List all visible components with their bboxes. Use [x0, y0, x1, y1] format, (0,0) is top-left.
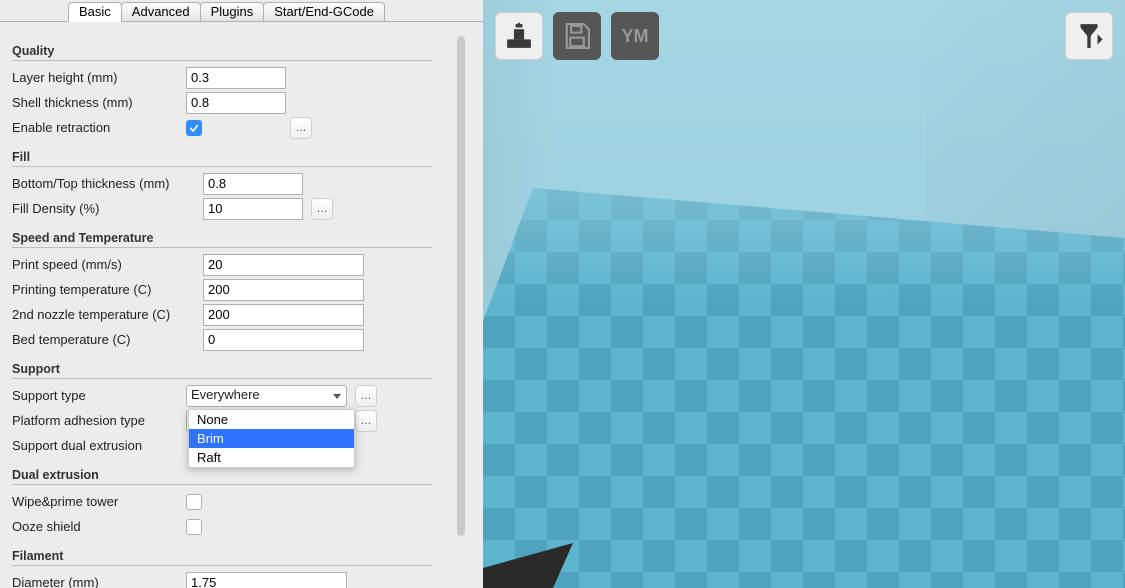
section-speedtemp: Speed and Temperature: [12, 231, 432, 248]
input-print-temp[interactable]: [203, 279, 364, 301]
adhesion-dropdown[interactable]: None Brim Raft: [188, 409, 355, 468]
label-bed-temp: Bed temperature (C): [12, 332, 203, 347]
label-wipe: Wipe&prime tower: [12, 494, 186, 509]
scrollbar[interactable]: [457, 36, 465, 536]
viewport-toolbar-right: [1065, 12, 1113, 60]
input-bed-temp[interactable]: [203, 329, 364, 351]
label-shell: Shell thickness (mm): [12, 95, 186, 110]
build-plate: [483, 188, 1125, 588]
tab-body: Quality Layer height (mm) Shell thicknes…: [0, 21, 483, 588]
label-print-speed: Print speed (mm/s): [12, 257, 203, 272]
load-model-button[interactable]: [495, 12, 543, 60]
checkbox-retraction[interactable]: [186, 120, 202, 136]
adhesion-option-none[interactable]: None: [189, 410, 354, 429]
input-shell[interactable]: [186, 92, 286, 114]
input-print-speed[interactable]: [203, 254, 364, 276]
settings-panel: Basic Advanced Plugins Start/End-GCode Q…: [0, 0, 483, 588]
input-layer-height[interactable]: [186, 67, 286, 89]
label-retraction: Enable retraction: [12, 120, 186, 135]
label-support-type: Support type: [12, 388, 186, 403]
save-icon: [560, 19, 594, 53]
label-bt-thickness: Bottom/Top thickness (mm): [12, 176, 203, 191]
build-plate-svg: [483, 188, 1125, 588]
tab-basic[interactable]: Basic: [68, 2, 122, 22]
adhesion-options-button[interactable]: …: [355, 410, 377, 432]
load-model-icon: [502, 19, 536, 53]
label-support-dual: Support dual extrusion: [12, 438, 186, 453]
tab-gcode[interactable]: Start/End-GCode: [263, 2, 385, 22]
tab-advanced[interactable]: Advanced: [121, 2, 201, 22]
adhesion-option-brim[interactable]: Brim: [189, 429, 354, 448]
section-filament: Filament: [12, 549, 432, 566]
save-button[interactable]: [553, 12, 601, 60]
label-layer-height: Layer height (mm): [12, 70, 186, 85]
fill-options-button[interactable]: …: [311, 198, 333, 220]
select-support-type[interactable]: Everywhere: [186, 385, 347, 407]
section-fill: Fill: [12, 150, 432, 167]
label-diameter: Diameter (mm): [12, 575, 186, 588]
adhesion-option-raft[interactable]: Raft: [189, 448, 354, 467]
label-print-temp: Printing temperature (C): [12, 282, 203, 297]
support-options-button[interactable]: …: [355, 385, 377, 407]
section-dual: Dual extrusion: [12, 468, 432, 485]
retraction-options-button[interactable]: …: [290, 117, 312, 139]
label-ooze: Ooze shield: [12, 519, 186, 534]
input-fill-density[interactable]: [203, 198, 303, 220]
checkbox-wipe[interactable]: [186, 494, 202, 510]
input-diameter[interactable]: [186, 572, 347, 588]
checkbox-ooze[interactable]: [186, 519, 202, 535]
tab-plugins[interactable]: Plugins: [200, 2, 265, 22]
view-mode-button[interactable]: [1065, 12, 1113, 60]
input-nozzle2-temp[interactable]: [203, 304, 364, 326]
section-support: Support: [12, 362, 432, 379]
ym-icon: YM: [622, 26, 649, 47]
view-mode-icon: [1072, 19, 1106, 53]
section-quality: Quality: [12, 44, 432, 61]
ym-button[interactable]: YM: [611, 12, 659, 60]
tab-bar: Basic Advanced Plugins Start/End-GCode: [0, 0, 483, 22]
label-fill-density: Fill Density (%): [12, 201, 203, 216]
viewport-toolbar-left: YM: [495, 12, 659, 60]
label-nozzle2-temp: 2nd nozzle temperature (C): [12, 307, 203, 322]
input-bt-thickness[interactable]: [203, 173, 303, 195]
label-adhesion: Platform adhesion type: [12, 413, 186, 428]
viewport-3d[interactable]: YM: [483, 0, 1125, 588]
